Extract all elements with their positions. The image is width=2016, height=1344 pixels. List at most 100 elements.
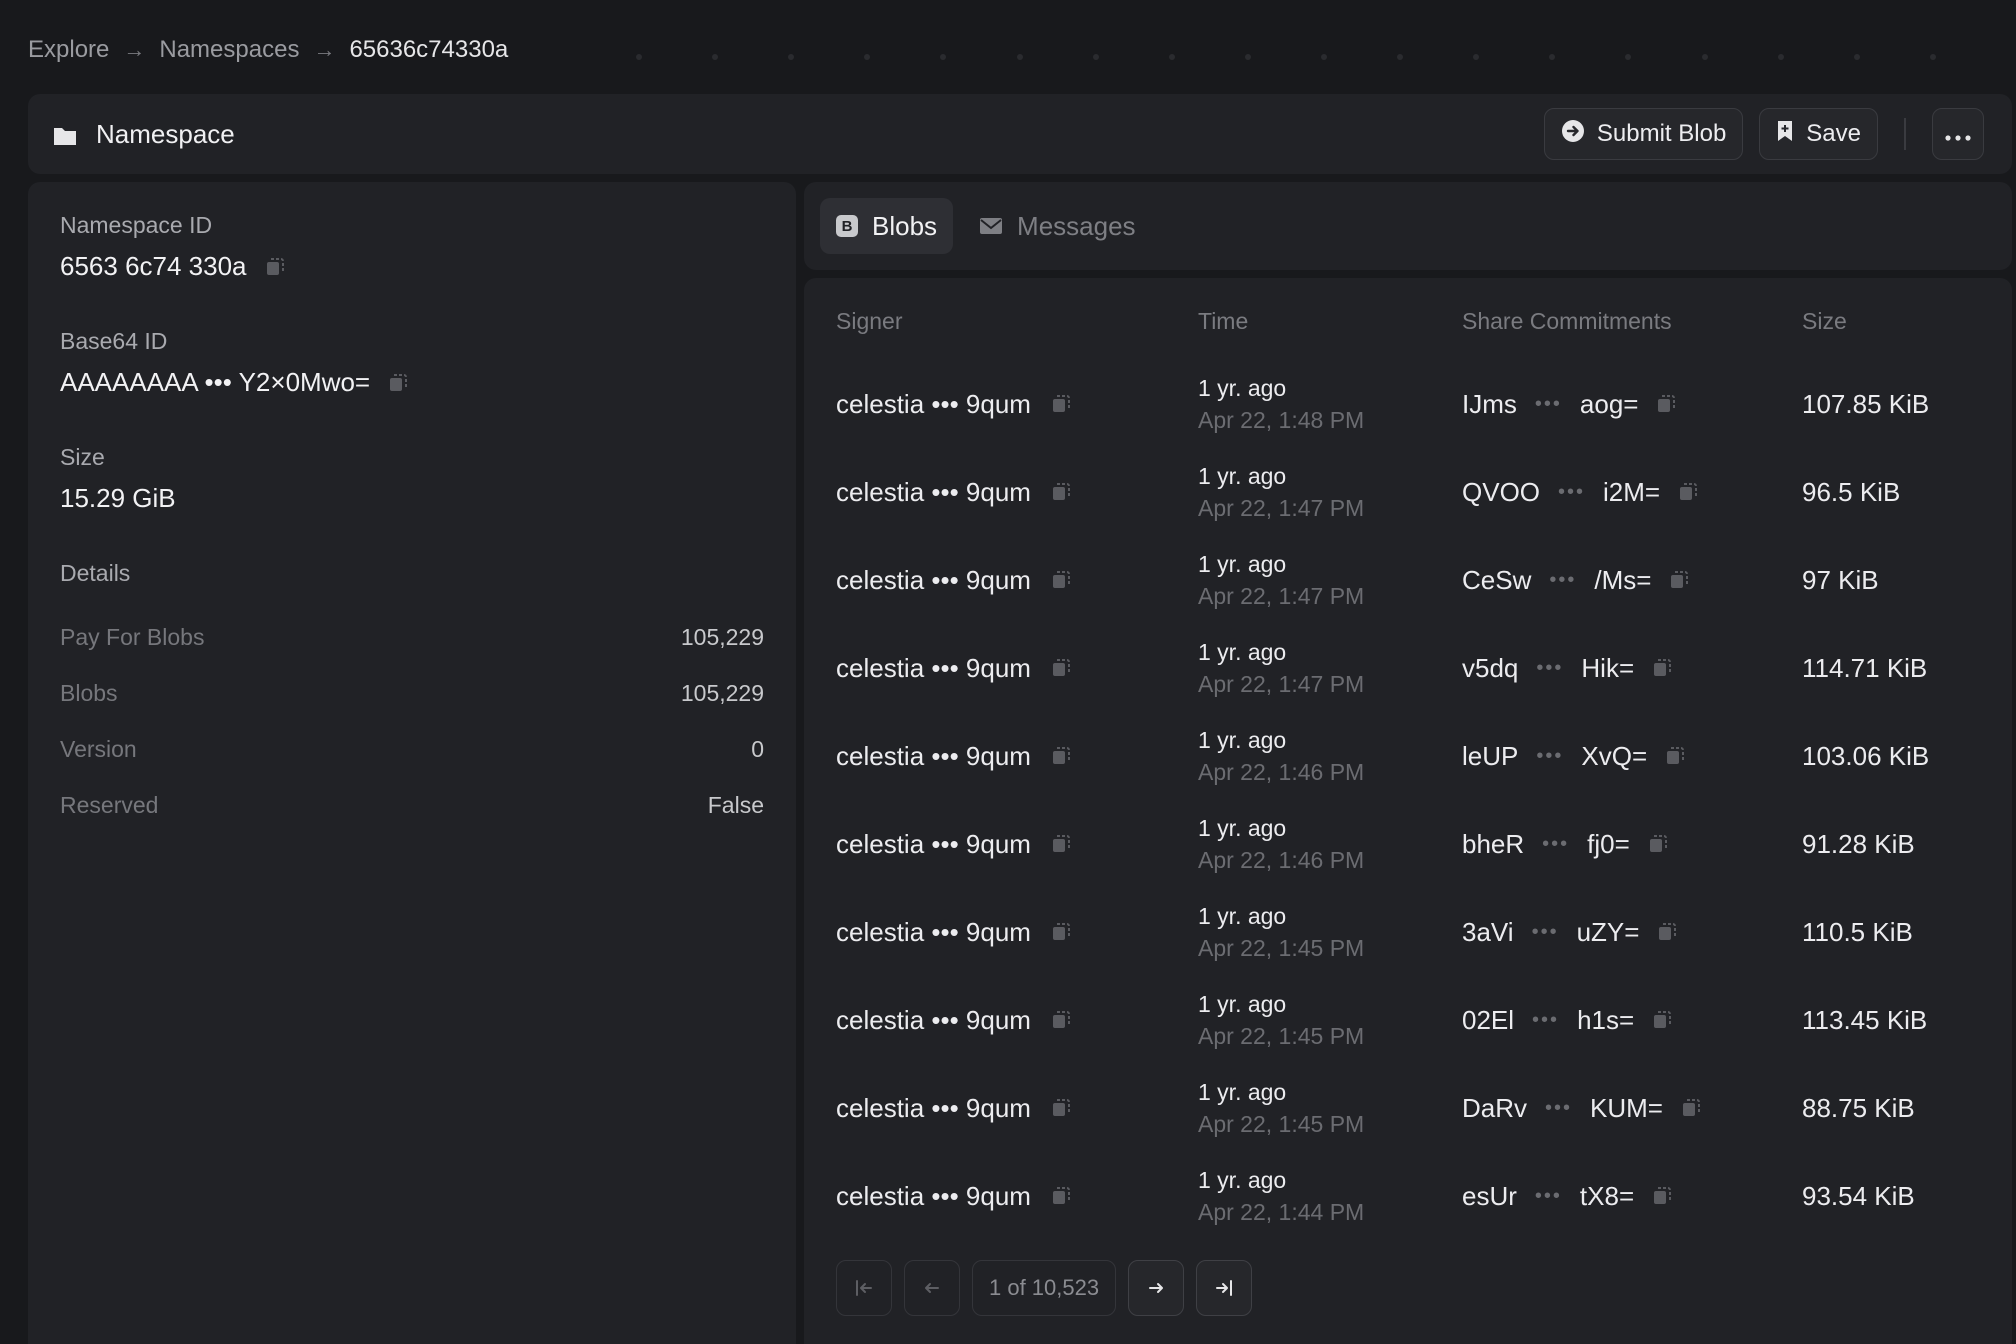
copy-icon[interactable] bbox=[1681, 1098, 1701, 1118]
breadcrumb-explore[interactable]: Explore bbox=[28, 36, 109, 64]
share-commitment-cell[interactable]: leUP ••• XvQ= bbox=[1462, 712, 1685, 800]
more-options-button[interactable] bbox=[1932, 108, 1984, 160]
commitment-start: 02El bbox=[1462, 1004, 1515, 1035]
signer-address[interactable]: celestia ••• 9qum bbox=[836, 1005, 1031, 1036]
time-cell: 1 yr. ago Apr 22, 1:48 PM bbox=[1198, 360, 1364, 448]
share-commitment-cell[interactable]: esUr ••• tX8= bbox=[1462, 1152, 1672, 1240]
copy-icon[interactable] bbox=[1051, 1010, 1071, 1030]
copy-icon[interactable] bbox=[1648, 834, 1668, 854]
table-row[interactable]: celestia ••• 9qum 1 yr. ago Apr 22, 1:47 P… bbox=[804, 624, 2012, 712]
tab-messages[interactable]: Messages bbox=[963, 198, 1152, 254]
table-row[interactable]: celestia ••• 9qum 1 yr. ago Apr 22, 1:46 P… bbox=[804, 800, 2012, 888]
first-page-button[interactable] bbox=[836, 1260, 892, 1316]
signer-cell[interactable]: celestia ••• 9qum bbox=[836, 976, 1071, 1064]
signer-address[interactable]: celestia ••• 9qum bbox=[836, 917, 1031, 948]
copy-icon[interactable] bbox=[1051, 834, 1071, 854]
signer-cell[interactable]: celestia ••• 9qum bbox=[836, 360, 1071, 448]
signer-cell[interactable]: celestia ••• 9qum bbox=[836, 712, 1071, 800]
namespace-id-row: 6563 6c74 330a bbox=[60, 251, 764, 282]
signer-address[interactable]: celestia ••• 9qum bbox=[836, 477, 1031, 508]
commitment-start: IJms bbox=[1462, 388, 1517, 419]
detail-key: Reserved bbox=[60, 791, 159, 818]
copy-icon[interactable] bbox=[1652, 1010, 1672, 1030]
save-button[interactable]: Save bbox=[1759, 108, 1878, 160]
share-commitment-cell[interactable]: QVOO ••• i2M= bbox=[1462, 448, 1698, 536]
relative-time: 1 yr. ago bbox=[1198, 639, 1287, 665]
share-commitment-cell[interactable]: v5dq ••• Hik= bbox=[1462, 624, 1672, 712]
copy-icon[interactable] bbox=[1665, 746, 1685, 766]
copy-icon[interactable] bbox=[1051, 570, 1071, 590]
table-row[interactable]: celestia ••• 9qum 1 yr. ago Apr 22, 1:44 P… bbox=[804, 1152, 2012, 1240]
signer-cell[interactable]: celestia ••• 9qum bbox=[836, 536, 1071, 624]
ellipsis-icon: ••• bbox=[1549, 568, 1577, 591]
share-commitment-cell[interactable]: DaRv ••• KUM= bbox=[1462, 1064, 1701, 1152]
next-page-button[interactable] bbox=[1128, 1260, 1185, 1316]
breadcrumb-namespaces[interactable]: Namespaces bbox=[159, 36, 299, 64]
relative-time: 1 yr. ago bbox=[1198, 991, 1287, 1017]
copy-icon[interactable] bbox=[1678, 482, 1698, 502]
commitment-start: v5dq bbox=[1462, 652, 1519, 683]
signer-address[interactable]: celestia ••• 9qum bbox=[836, 653, 1031, 684]
arrow-left-icon bbox=[925, 1283, 939, 1293]
share-commitment-cell[interactable]: 02El ••• h1s= bbox=[1462, 976, 1672, 1064]
signer-address[interactable]: celestia ••• 9qum bbox=[836, 1093, 1031, 1124]
details-heading: Details bbox=[60, 560, 131, 586]
table-row[interactable]: celestia ••• 9qum 1 yr. ago Apr 22, 1:48 P… bbox=[804, 360, 2012, 448]
share-commitment-cell[interactable]: IJms ••• aog= bbox=[1462, 360, 1676, 448]
signer-address[interactable]: celestia ••• 9qum bbox=[836, 389, 1031, 420]
signer-cell[interactable]: celestia ••• 9qum bbox=[836, 1064, 1071, 1152]
copy-icon[interactable] bbox=[1051, 658, 1071, 678]
ellipsis-icon: ••• bbox=[1534, 392, 1562, 415]
signer-cell[interactable]: celestia ••• 9qum bbox=[836, 448, 1071, 536]
copy-icon[interactable] bbox=[1051, 1186, 1071, 1206]
commitment-end: KUM= bbox=[1590, 1092, 1663, 1123]
share-commitment-cell[interactable]: CeSw ••• /Ms= bbox=[1462, 536, 1689, 624]
signer-cell[interactable]: celestia ••• 9qum bbox=[836, 1152, 1071, 1240]
signer-cell[interactable]: celestia ••• 9qum bbox=[836, 624, 1071, 712]
table-row[interactable]: celestia ••• 9qum 1 yr. ago Apr 22, 1:46 P… bbox=[804, 712, 2012, 800]
copy-icon[interactable] bbox=[1657, 922, 1677, 942]
table-row[interactable]: celestia ••• 9qum 1 yr. ago Apr 22, 1:47 P… bbox=[804, 448, 2012, 536]
ellipsis-icon: ••• bbox=[1545, 1096, 1573, 1119]
table-row[interactable]: celestia ••• 9qum 1 yr. ago Apr 22, 1:45 P… bbox=[804, 976, 2012, 1064]
signer-cell[interactable]: celestia ••• 9qum bbox=[836, 800, 1071, 888]
signer-address[interactable]: celestia ••• 9qum bbox=[836, 1181, 1031, 1212]
copy-icon[interactable] bbox=[1051, 394, 1071, 414]
ellipsis-icon: ••• bbox=[1531, 920, 1559, 943]
last-page-button[interactable] bbox=[1196, 1260, 1253, 1316]
tab-blobs[interactable]: B Blobs bbox=[820, 198, 954, 254]
relative-time: 1 yr. ago bbox=[1198, 903, 1287, 929]
signer-cell[interactable]: celestia ••• 9qum bbox=[836, 888, 1071, 976]
copy-icon[interactable] bbox=[1656, 394, 1676, 414]
table-row[interactable]: celestia ••• 9qum 1 yr. ago Apr 22, 1:45 P… bbox=[804, 1064, 2012, 1152]
namespace-details-panel: Namespace ID 6563 6c74 330a Base64 ID AA… bbox=[28, 182, 796, 1344]
size-cell: 114.71 KiB bbox=[1802, 652, 1928, 683]
signer-address[interactable]: celestia ••• 9qum bbox=[836, 829, 1031, 860]
copy-icon[interactable] bbox=[1051, 1098, 1071, 1118]
copy-icon[interactable] bbox=[1051, 482, 1071, 502]
signer-address[interactable]: celestia ••• 9qum bbox=[836, 741, 1031, 772]
previous-page-button[interactable] bbox=[904, 1260, 960, 1316]
size-field: Size 15.29 GiB bbox=[60, 444, 764, 514]
decorative-dots bbox=[636, 54, 1936, 60]
copy-icon[interactable] bbox=[1051, 746, 1071, 766]
table-row[interactable]: celestia ••• 9qum 1 yr. ago Apr 22, 1:45 P… bbox=[804, 888, 2012, 976]
share-commitment-cell[interactable]: bheR ••• fj0= bbox=[1462, 800, 1668, 888]
share-commitment-cell[interactable]: 3aVi ••• uZY= bbox=[1462, 888, 1677, 976]
table-row[interactable]: celestia ••• 9qum 1 yr. ago Apr 22, 1:47 P… bbox=[804, 536, 2012, 624]
absolute-time: Apr 22, 1:46 PM bbox=[1198, 847, 1365, 873]
copy-icon[interactable] bbox=[1652, 658, 1672, 678]
signer-address[interactable]: celestia ••• 9qum bbox=[836, 565, 1031, 596]
ellipsis-icon: ••• bbox=[1542, 832, 1570, 855]
copy-icon[interactable] bbox=[265, 257, 285, 277]
copy-icon[interactable] bbox=[1652, 1186, 1672, 1206]
copy-icon[interactable] bbox=[1669, 570, 1689, 590]
copy-icon[interactable] bbox=[1051, 922, 1071, 942]
pagination: 1 of 10,523 bbox=[836, 1260, 1253, 1316]
arrow-circle-icon bbox=[1561, 119, 1585, 150]
commitment-start: QVOO bbox=[1462, 476, 1541, 507]
submit-blob-button[interactable]: Submit Blob bbox=[1543, 108, 1744, 160]
tab-messages-label: Messages bbox=[1017, 210, 1136, 241]
column-header-time: Time bbox=[1198, 308, 1249, 334]
copy-icon[interactable] bbox=[388, 373, 408, 393]
